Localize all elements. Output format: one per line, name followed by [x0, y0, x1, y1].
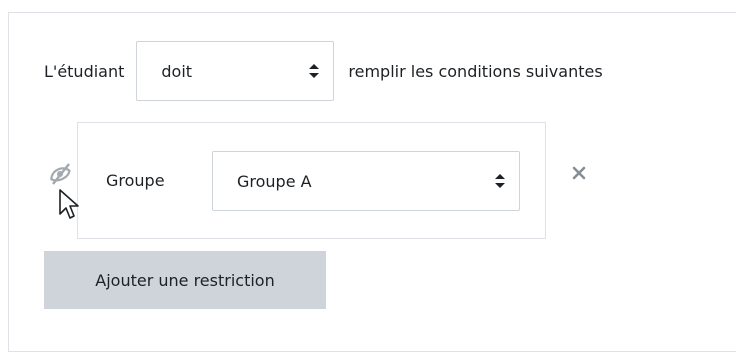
- select-caret-icon: [495, 174, 505, 188]
- conditions-label: remplir les conditions suivantes: [348, 61, 603, 81]
- student-label: L'étudiant: [44, 61, 125, 81]
- must-select-value: doit: [161, 61, 193, 81]
- group-type-label: Groupe: [106, 171, 165, 190]
- eye-slash-icon[interactable]: [48, 162, 72, 186]
- group-select[interactable]: Groupe A: [212, 151, 520, 211]
- condition-box: Groupe Groupe A: [77, 122, 546, 239]
- add-restriction-button[interactable]: Ajouter une restriction: [44, 251, 326, 309]
- group-select-value: Groupe A: [237, 171, 312, 191]
- select-caret-icon: [309, 64, 320, 78]
- must-select[interactable]: doit: [136, 41, 335, 101]
- close-icon[interactable]: [572, 166, 586, 180]
- restriction-header-row: L'étudiant doit remplir les conditions s…: [44, 40, 603, 102]
